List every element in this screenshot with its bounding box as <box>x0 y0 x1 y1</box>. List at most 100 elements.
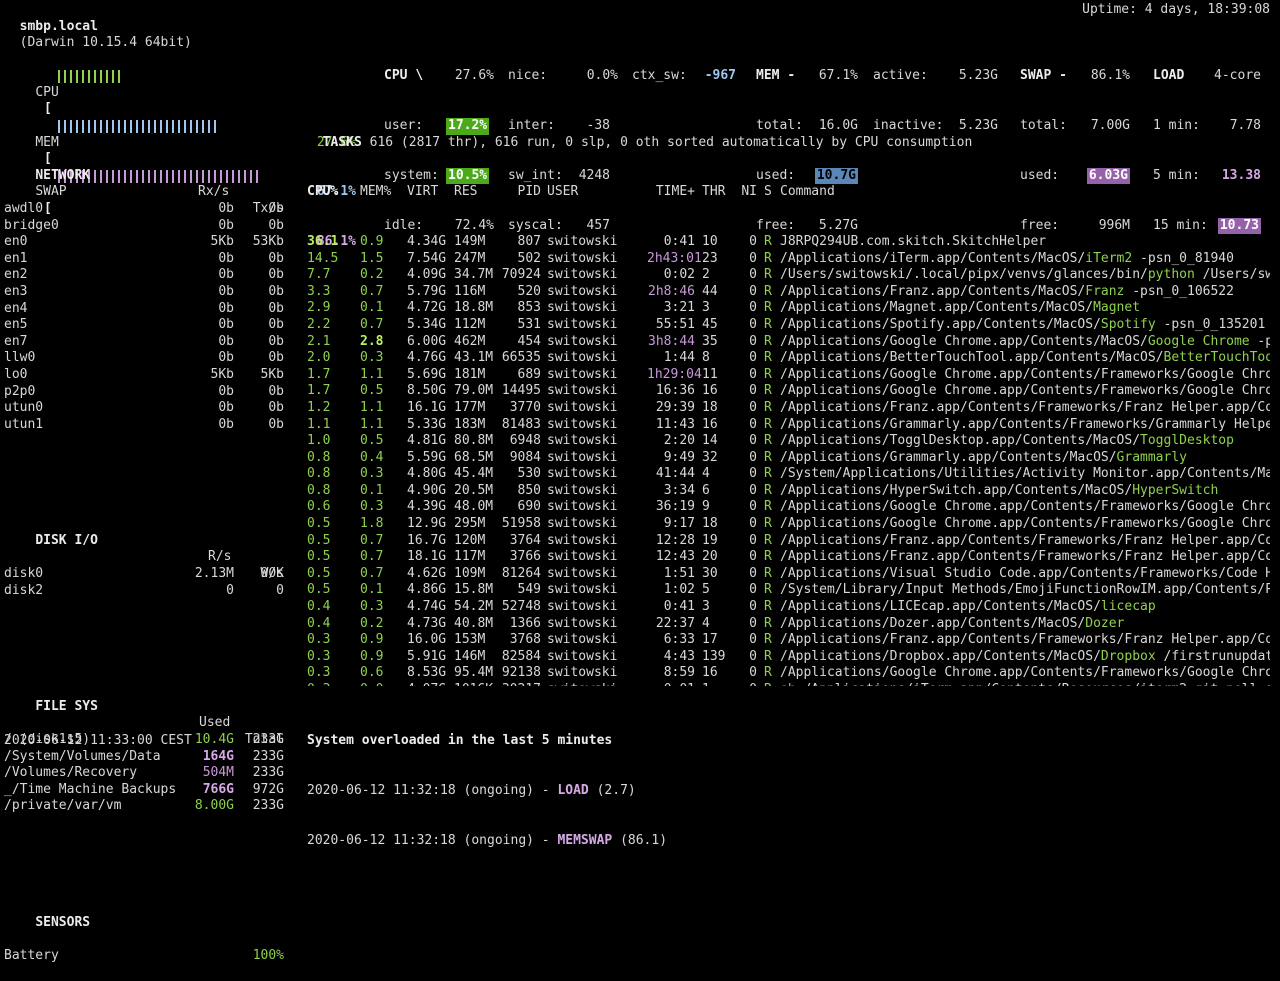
uptime: Uptime: 4 days, 18:39:08 <box>1082 2 1270 19</box>
process-row[interactable]: 0.30.916.0G153M3768switowski6:33170R/App… <box>307 632 1272 649</box>
bar-tick <box>100 70 102 83</box>
network-row: utun10b0b <box>4 417 284 434</box>
process-row[interactable]: 0.30.04.07G1016K30217switowski0:0110Rsh … <box>307 682 1272 686</box>
process-row[interactable]: 0.80.45.59G68.5M9084switowski9:49320R/Ap… <box>307 450 1272 467</box>
process-row[interactable]: 0.50.718.1G117M3766switowski12:43200R/Ap… <box>307 549 1272 566</box>
col-thr-header[interactable]: THR <box>702 184 732 201</box>
process-row[interactable]: 1.71.15.69G181M689switowski1h29:04110R/A… <box>307 367 1272 384</box>
process-threads: 3 <box>702 599 732 616</box>
mem-active-value: 5.23G <box>959 68 998 85</box>
col-time-header[interactable]: TIME+ <box>647 184 695 201</box>
process-time: 1:02 <box>647 582 695 599</box>
process-command: /Applications/Grammarly.app/Contents/Mac… <box>780 450 1270 467</box>
process-row[interactable]: 0.80.14.90G20.5M850switowski3:3460R/Appl… <box>307 483 1272 500</box>
process-nice: 0 <box>737 649 757 666</box>
col-virt-header[interactable]: VIRT <box>407 184 451 201</box>
process-status: R <box>764 549 776 566</box>
col-cpu-header[interactable]: CPU% <box>307 184 341 201</box>
process-command: /Applications/LICEcap.app/Contents/MacOS… <box>780 599 1270 616</box>
process-row[interactable]: 0.40.34.74G54.2M52748switowski0:4130R/Ap… <box>307 599 1272 616</box>
process-row[interactable]: 14.51.57.54G247M502switowski2h43:01230R/… <box>307 251 1272 268</box>
process-row[interactable]: 0.50.716.7G120M3764switowski12:28190R/Ap… <box>307 533 1272 550</box>
process-pid: 520 <box>493 284 541 301</box>
col-pid-header[interactable]: PID <box>493 184 541 201</box>
col-ni-header[interactable]: NI <box>737 184 757 201</box>
process-nice: 0 <box>737 267 757 284</box>
process-row[interactable]: 2.12.86.00G462M454switowski3h8:44350R/Ap… <box>307 334 1272 351</box>
swap-total-value: 7.00G <box>1091 118 1130 135</box>
process-row[interactable]: 0.50.14.86G15.8M549switowski1:0250R/Syst… <box>307 582 1272 599</box>
network-rx: 0b <box>184 267 234 284</box>
network-row: en20b0b <box>4 267 284 284</box>
process-threads: 18 <box>702 400 732 417</box>
disk-read: 0 <box>184 583 234 600</box>
network-row: en05Kb53Kb <box>4 234 284 251</box>
col-s-header[interactable]: S <box>764 184 776 201</box>
process-command: J8RPQ294UB.com.skitch.SkitchHelper <box>780 234 1270 251</box>
process-threads: 16 <box>702 383 732 400</box>
process-row[interactable]: 7.70.24.09G34.7M70924switowski0:0220R/Us… <box>307 267 1272 284</box>
process-row[interactable]: 0.50.74.62G109M81264switowski1:51300R/Ap… <box>307 566 1272 583</box>
process-row[interactable]: 0.30.68.53G95.4M92138switowski8:59160R/A… <box>307 665 1272 682</box>
process-threads: 139 <box>702 649 732 666</box>
process-virt: 12.9G <box>407 516 451 533</box>
bar-tick <box>64 70 66 83</box>
process-user: switowski <box>547 599 627 616</box>
command-path: /Applications/LICEcap.app/Contents/MacOS… <box>780 599 1101 614</box>
process-nice: 0 <box>737 300 757 317</box>
mem-title: MEM <box>756 68 779 83</box>
process-row[interactable]: 0.80.34.80G45.4M530switowski41:4440R/Sys… <box>307 466 1272 483</box>
col-command-header[interactable]: Command <box>780 184 1270 201</box>
process-status: R <box>764 483 776 500</box>
process-status: R <box>764 616 776 633</box>
quicklook-cpu-bar <box>58 70 124 89</box>
quicklook-cpu: CPU [ 27.6% <box>4 68 356 85</box>
process-threads: 14 <box>702 433 732 450</box>
process-list[interactable]: CPU%MEM%VIRTRESPIDUSERTIME+THRNISCommand… <box>307 151 1272 686</box>
process-user: switowski <box>547 665 627 682</box>
process-row[interactable]: 2.00.34.76G43.1M66535switowski1:4480R/Ap… <box>307 350 1272 367</box>
process-row[interactable]: 1.11.15.33G183M81483switowski11:43160R/A… <box>307 417 1272 434</box>
process-virt: 5.33G <box>407 417 451 434</box>
diskio-list: disk02.13M90Kdisk200 <box>4 566 284 599</box>
network-rx: 0b <box>184 284 234 301</box>
process-virt: 5.79G <box>407 284 451 301</box>
process-row[interactable]: 0.60.34.39G48.0M690switowski36:1990R/App… <box>307 499 1272 516</box>
col-user-header[interactable]: USER <box>547 184 627 201</box>
process-row[interactable]: 0.40.24.73G40.8M1366switowski22:3740R/Ap… <box>307 616 1272 633</box>
col-mem-header[interactable]: MEM% <box>360 184 394 201</box>
fs-row: _/Time Machine Backups766G972G <box>4 782 284 799</box>
process-row[interactable]: 0.51.812.9G295M51958switowski9:17180R/Ap… <box>307 516 1272 533</box>
load-title: LOAD <box>1153 68 1184 83</box>
tasks-text: 616 (2817 thr), 616 run, 0 slp, 0 oth so… <box>370 135 973 150</box>
disk-read: 2.13M <box>184 566 234 583</box>
process-command: /Applications/Google Chrome.app/Contents… <box>780 516 1270 533</box>
process-status: R <box>764 665 776 682</box>
process-threads: 3 <box>702 300 732 317</box>
disk-name: disk0 <box>4 566 43 581</box>
process-row[interactable]: 0.30.95.91G146M82584switowski4:431390R/A… <box>307 649 1272 666</box>
process-row[interactable]: 1.21.116.1G177M3770switowski29:39180R/Ap… <box>307 400 1272 417</box>
network-interface: en7 <box>4 334 27 349</box>
process-row[interactable]: 2.20.75.34G112M531switowski55:51450R/App… <box>307 317 1272 334</box>
command-path: /Applications/Franz.app/Contents/Framewo… <box>780 400 1270 415</box>
process-virt: 4.76G <box>407 350 451 367</box>
command-program: Franz <box>1085 284 1124 299</box>
process-row[interactable]: 1.00.54.81G80.8M6948switowski2:20140R/Ap… <box>307 433 1272 450</box>
process-row[interactable]: 3.30.75.79G116M520switowski2h8:46440R/Ap… <box>307 284 1272 301</box>
process-cpu: 2.2 <box>307 317 341 334</box>
process-status: R <box>764 533 776 550</box>
process-row[interactable]: 36.10.94.34G149M807switowski0:41100RJ8RP… <box>307 234 1272 251</box>
process-nice: 0 <box>737 499 757 516</box>
process-pid: 3770 <box>493 400 541 417</box>
process-threads: 10 <box>702 234 732 251</box>
process-status: R <box>764 251 776 268</box>
network-rx: 0b <box>184 334 234 351</box>
process-row[interactable]: 1.70.58.50G79.0M14495switowski16:36160R/… <box>307 383 1272 400</box>
process-row[interactable]: 2.90.14.72G18.8M853switowski3:2130R/Appl… <box>307 300 1272 317</box>
hostname: smbp.local <box>20 19 98 34</box>
process-mem: 0.5 <box>360 433 394 450</box>
command-path: /Applications/Dozer.app/Contents/MacOS/ <box>780 616 1085 631</box>
process-cpu: 2.0 <box>307 350 341 367</box>
process-mem: 0.2 <box>360 267 394 284</box>
